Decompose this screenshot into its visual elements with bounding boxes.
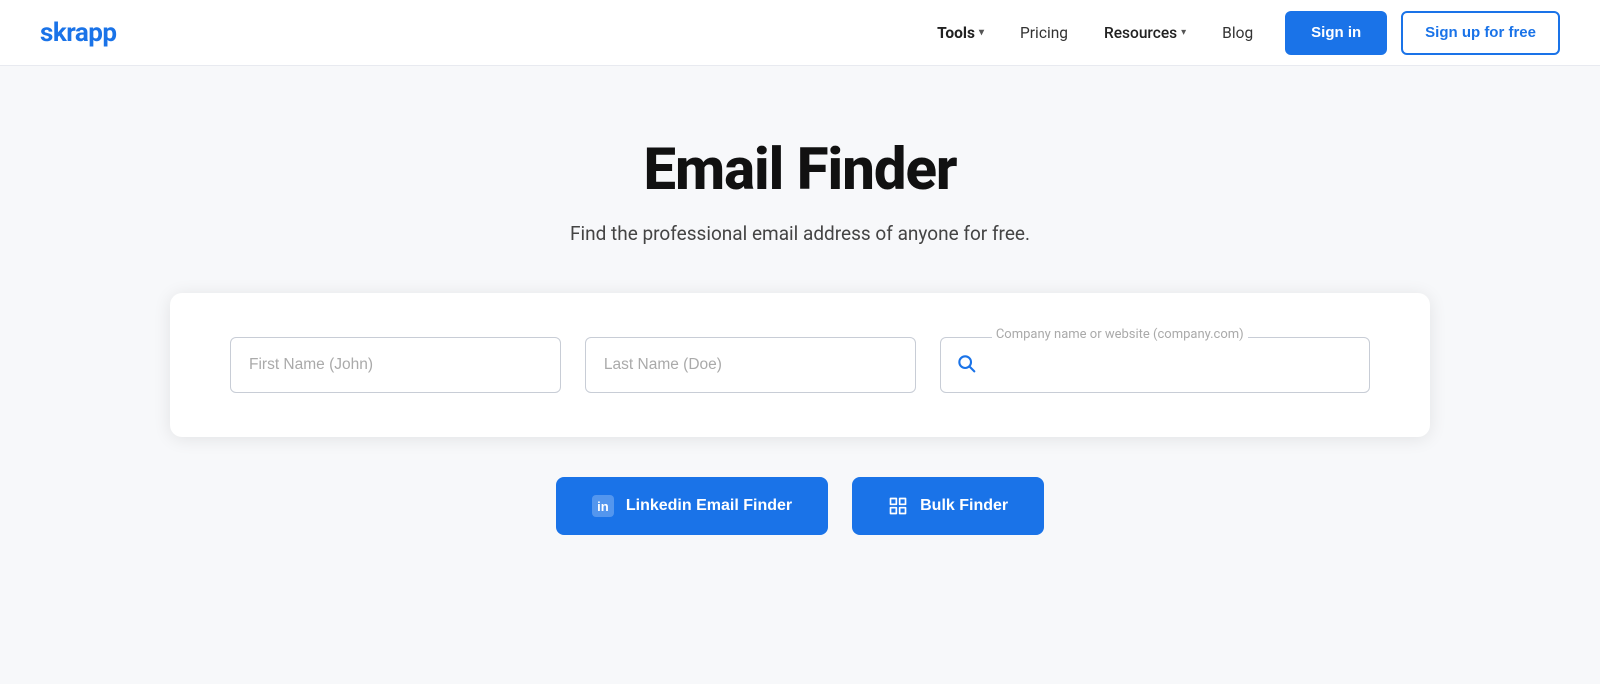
first-name-input[interactable]: [230, 337, 561, 393]
search-card: Company name or website (company.com): [170, 293, 1430, 437]
nav-links: Tools ▾ Pricing Resources ▾ Blog: [937, 24, 1253, 42]
chevron-down-icon: ▾: [1181, 27, 1186, 38]
finder-buttons: in Linkedin Email Finder Bulk Finder: [556, 477, 1044, 535]
last-name-input[interactable]: [585, 337, 916, 393]
grid-icon: [888, 496, 908, 516]
first-name-group: [230, 337, 561, 393]
chevron-down-icon: ▾: [979, 27, 984, 38]
nav-blog[interactable]: Blog: [1222, 24, 1253, 42]
hero-title: Email Finder: [643, 136, 956, 204]
signup-button[interactable]: Sign up for free: [1401, 11, 1560, 55]
company-input[interactable]: [940, 337, 1370, 393]
nav-pricing[interactable]: Pricing: [1020, 24, 1068, 42]
bulk-finder-button[interactable]: Bulk Finder: [852, 477, 1044, 535]
brand-logo[interactable]: skrapp: [40, 18, 937, 48]
signin-button[interactable]: Sign in: [1285, 11, 1387, 55]
last-name-group: [585, 337, 916, 393]
nav-resources[interactable]: Resources ▾: [1104, 24, 1186, 42]
company-group: Company name or website (company.com): [940, 337, 1370, 393]
company-label: Company name or website (company.com): [992, 327, 1248, 342]
hero-section: Email Finder Find the professional email…: [0, 66, 1600, 535]
linkedin-email-finder-button[interactable]: in Linkedin Email Finder: [556, 477, 828, 535]
nav-tools[interactable]: Tools ▾: [937, 24, 984, 42]
linkedin-icon: in: [592, 495, 614, 517]
nav-actions: Sign in Sign up for free: [1285, 11, 1560, 55]
hero-subtitle: Find the professional email address of a…: [570, 222, 1030, 245]
navbar: skrapp Tools ▾ Pricing Resources ▾ Blog …: [0, 0, 1600, 66]
